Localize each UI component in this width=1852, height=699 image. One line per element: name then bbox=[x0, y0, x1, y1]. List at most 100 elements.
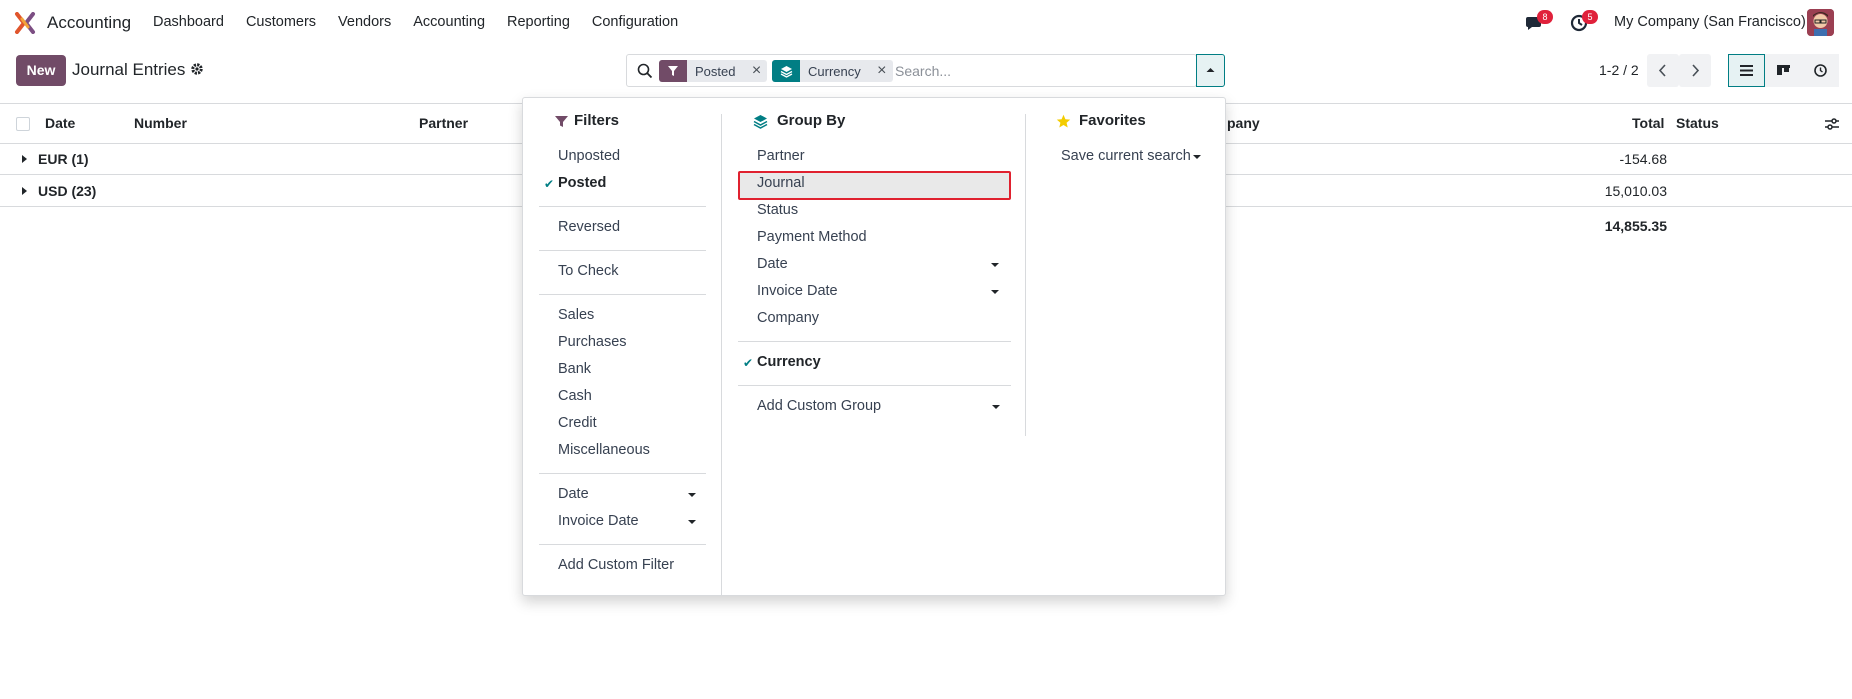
group-label: EUR (1) bbox=[38, 151, 89, 167]
kanban-icon bbox=[1777, 65, 1790, 75]
column-total[interactable]: Total bbox=[1632, 115, 1664, 131]
divider bbox=[539, 544, 706, 545]
column-company[interactable]: pany bbox=[1227, 115, 1260, 131]
filter-to-check[interactable]: To Check bbox=[558, 263, 618, 279]
filter-icon bbox=[555, 116, 568, 127]
groupby-currency[interactable]: Currency bbox=[757, 354, 821, 370]
menu-dashboard[interactable]: Dashboard bbox=[153, 14, 224, 30]
favorites-heading: Favorites bbox=[1079, 112, 1146, 129]
column-number[interactable]: Number bbox=[134, 115, 187, 131]
caret-down-icon[interactable] bbox=[688, 493, 696, 497]
groupby-status[interactable]: Status bbox=[757, 202, 798, 218]
search-icon bbox=[637, 63, 653, 79]
check-icon: ✔ bbox=[544, 177, 555, 191]
search-panel-dropdown: Filters Unposted ✔ Posted Reversed To Ch… bbox=[522, 97, 1226, 596]
column-divider bbox=[1025, 114, 1026, 436]
filters-heading: Filters bbox=[574, 112, 620, 129]
search-input[interactable] bbox=[895, 61, 1185, 81]
menu-configuration[interactable]: Configuration bbox=[592, 14, 678, 30]
facet-remove-icon[interactable]: × bbox=[745, 62, 767, 80]
gear-icon[interactable] bbox=[190, 62, 204, 76]
group-by-heading: Group By bbox=[777, 112, 846, 129]
caret-down-icon[interactable] bbox=[992, 405, 1000, 409]
pager-value[interactable]: 1-2 / 2 bbox=[1599, 62, 1639, 78]
list-view-button[interactable] bbox=[1728, 54, 1765, 87]
messages-badge: 8 bbox=[1537, 10, 1553, 24]
filter-invoice-date[interactable]: Invoice Date bbox=[558, 513, 639, 529]
search-panel-toggle[interactable] bbox=[1196, 54, 1225, 87]
caret-down-icon[interactable] bbox=[1193, 155, 1201, 159]
divider bbox=[738, 385, 1011, 386]
filter-credit[interactable]: Credit bbox=[558, 415, 597, 431]
group-total: 15,010.03 bbox=[1604, 183, 1667, 199]
filter-reversed[interactable]: Reversed bbox=[558, 219, 620, 235]
company-switcher[interactable]: My Company (San Francisco) bbox=[1614, 14, 1806, 30]
check-icon: ✔ bbox=[743, 356, 754, 370]
activities-badge: 5 bbox=[1582, 10, 1598, 24]
column-partner[interactable]: Partner bbox=[419, 115, 468, 131]
pager-next[interactable] bbox=[1679, 54, 1711, 87]
menu-customers[interactable]: Customers bbox=[246, 14, 316, 30]
groupby-payment-method[interactable]: Payment Method bbox=[757, 229, 867, 245]
top-navbar: Accounting Dashboard Customers Vendors A… bbox=[0, 0, 1852, 46]
groupby-invoice-date[interactable]: Invoice Date bbox=[757, 283, 838, 299]
facet-remove-icon[interactable]: × bbox=[871, 62, 893, 80]
groupby-date[interactable]: Date bbox=[757, 256, 788, 272]
grand-total: 14,855.35 bbox=[1604, 218, 1667, 234]
search-facet-posted: Posted × bbox=[659, 60, 768, 82]
filter-unposted[interactable]: Unposted bbox=[558, 148, 620, 164]
add-custom-group[interactable]: Add Custom Group bbox=[757, 398, 881, 414]
filter-sales[interactable]: Sales bbox=[558, 307, 594, 323]
page-title: Journal Entries bbox=[72, 60, 186, 79]
chevron-left-icon bbox=[1658, 64, 1666, 77]
group-label: USD (23) bbox=[38, 183, 97, 199]
filter-icon bbox=[659, 60, 687, 82]
caret-down-icon[interactable] bbox=[991, 263, 999, 267]
caret-down-icon[interactable] bbox=[688, 520, 696, 524]
divider bbox=[738, 341, 1011, 342]
chevron-right-icon bbox=[1692, 64, 1700, 77]
list-icon bbox=[1740, 65, 1753, 76]
column-status[interactable]: Status bbox=[1676, 115, 1719, 131]
search-facet-currency: Currency × bbox=[772, 60, 893, 82]
group-total: -154.68 bbox=[1619, 151, 1667, 167]
kanban-view-button[interactable] bbox=[1765, 54, 1802, 87]
layers-icon bbox=[753, 115, 768, 129]
column-date[interactable]: Date bbox=[45, 115, 75, 131]
new-button[interactable]: New bbox=[16, 55, 66, 86]
filter-date[interactable]: Date bbox=[558, 486, 589, 502]
select-all-checkbox[interactable] bbox=[16, 117, 30, 131]
add-custom-filter[interactable]: Add Custom Filter bbox=[558, 557, 674, 573]
groupby-journal[interactable]: Journal bbox=[757, 175, 805, 191]
divider bbox=[539, 250, 706, 251]
groupby-partner[interactable]: Partner bbox=[757, 148, 805, 164]
layers-icon bbox=[772, 60, 800, 82]
app-name[interactable]: Accounting bbox=[47, 13, 131, 33]
column-divider bbox=[721, 114, 722, 596]
filter-cash[interactable]: Cash bbox=[558, 388, 592, 404]
divider bbox=[539, 206, 706, 207]
pager-previous[interactable] bbox=[1647, 54, 1679, 87]
caret-down-icon[interactable] bbox=[991, 290, 999, 294]
search-bar: Posted × Currency × bbox=[626, 54, 1197, 87]
activity-view-button[interactable] bbox=[1802, 54, 1839, 87]
star-icon bbox=[1056, 114, 1071, 128]
divider bbox=[539, 473, 706, 474]
filter-miscellaneous[interactable]: Miscellaneous bbox=[558, 442, 650, 458]
save-current-search[interactable]: Save current search bbox=[1061, 148, 1191, 164]
menu-reporting[interactable]: Reporting bbox=[507, 14, 570, 30]
caret-right-icon bbox=[22, 155, 27, 163]
clock-icon bbox=[1814, 64, 1827, 77]
user-avatar[interactable] bbox=[1807, 9, 1834, 36]
menu-accounting[interactable]: Accounting bbox=[413, 14, 485, 30]
filter-posted[interactable]: Posted bbox=[558, 175, 606, 191]
caret-up-icon bbox=[1206, 68, 1215, 72]
accounting-app-icon[interactable] bbox=[14, 12, 36, 34]
optional-columns-icon[interactable] bbox=[1824, 116, 1840, 132]
groupby-company[interactable]: Company bbox=[757, 310, 819, 326]
filter-purchases[interactable]: Purchases bbox=[558, 334, 627, 350]
menu-vendors[interactable]: Vendors bbox=[338, 14, 391, 30]
facet-label: Currency bbox=[808, 63, 861, 79]
filter-bank[interactable]: Bank bbox=[558, 361, 591, 377]
facet-label: Posted bbox=[695, 63, 736, 79]
